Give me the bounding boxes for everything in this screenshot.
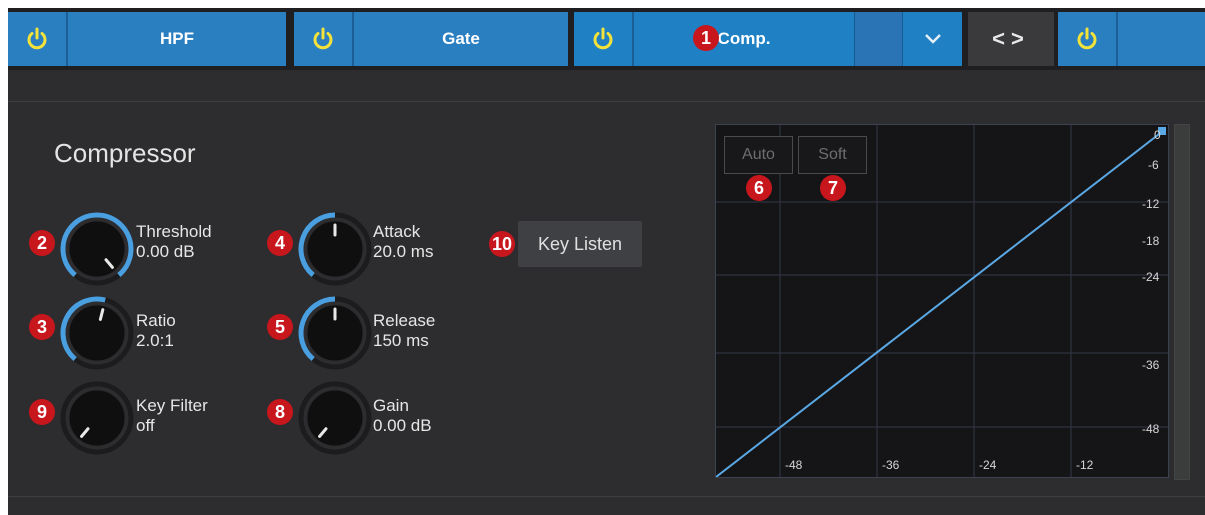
left-right-arrows-icon: <>	[992, 26, 1030, 51]
attack-label-group: Attack 20.0 ms	[373, 222, 433, 262]
x-tick-36: -36	[882, 458, 900, 472]
attack-knob[interactable]	[297, 211, 373, 287]
graph-canvas	[716, 125, 1168, 477]
tab-navigate-button[interactable]: <>	[968, 12, 1054, 66]
release-label: Release	[373, 311, 436, 330]
y-tick-12: -12	[1142, 197, 1160, 211]
knob-body	[68, 220, 126, 278]
annotation-badge-8: 8	[267, 399, 293, 425]
gain-label-group: Gain 0.00 dB	[373, 396, 432, 436]
annotation-badge-7: 7	[820, 175, 846, 201]
key-filter-knob[interactable]	[59, 380, 135, 456]
annotation-badge-10: 10	[489, 231, 515, 257]
ratio-value: 2.0:1	[136, 331, 174, 350]
tab-gate-label: Gate	[442, 29, 480, 48]
tab-hpf[interactable]: HPF	[8, 12, 286, 66]
ratio-knob[interactable]	[59, 295, 135, 371]
annotation-badge-9: 9	[29, 399, 55, 425]
annotation-badge-6: 6	[746, 175, 772, 201]
ratio-label-group: Ratio 2.0:1	[136, 311, 176, 351]
gain-value: 0.00 dB	[373, 416, 432, 435]
release-value: 150 ms	[373, 331, 429, 350]
release-knob[interactable]	[297, 295, 373, 371]
threshold-knob[interactable]	[59, 211, 135, 287]
divider-bottom	[8, 496, 1205, 497]
threshold-label: Threshold	[136, 222, 212, 241]
attack-label: Attack	[373, 222, 421, 241]
power-icon	[1077, 27, 1097, 50]
hpf-power-button[interactable]	[8, 12, 68, 66]
power-icon	[27, 27, 47, 50]
comp-dropdown-button[interactable]	[902, 12, 963, 66]
tab-comp-label: Comp.	[717, 29, 771, 48]
annotation-badge-2: 2	[29, 230, 55, 256]
knob-graphic	[298, 212, 372, 286]
tab-next-effect[interactable]	[1058, 12, 1205, 66]
comp-power-button[interactable]	[574, 12, 634, 66]
key-filter-label-group: Key Filter off	[136, 396, 208, 436]
power-icon	[593, 27, 613, 50]
x-tick-12: -12	[1076, 458, 1094, 472]
threshold-label-group: Threshold 0.00 dB	[136, 222, 212, 262]
knob-graphic	[60, 381, 134, 455]
tab-comp[interactable]: Comp. 1	[574, 12, 962, 66]
y-tick-6: -6	[1148, 158, 1159, 172]
knob-body	[68, 304, 126, 362]
chevron-down-icon	[925, 34, 941, 44]
key-filter-value: off	[136, 416, 155, 435]
annotation-badge-1: 1	[693, 25, 719, 51]
annotation-badge-5: 5	[267, 314, 293, 340]
panel-title: Compressor	[54, 138, 196, 168]
effects-tab-bar: HPF Gate Comp. 1 <>	[8, 8, 1205, 70]
y-tick-24: -24	[1142, 270, 1160, 284]
y-tick-0: 0	[1154, 128, 1161, 142]
power-icon	[313, 27, 333, 50]
next-power-button[interactable]	[1058, 12, 1118, 66]
gain-knob[interactable]	[297, 380, 373, 456]
knob-graphic	[60, 296, 134, 370]
x-tick-48: -48	[785, 458, 803, 472]
soft-knee-button[interactable]: Soft	[798, 136, 867, 174]
y-tick-36: -36	[1142, 358, 1160, 372]
key-listen-button[interactable]: Key Listen	[518, 221, 642, 267]
y-tick-18: -18	[1142, 234, 1160, 248]
threshold-value: 0.00 dB	[136, 242, 195, 261]
gate-power-button[interactable]	[294, 12, 354, 66]
compressor-window: HPF Gate Comp. 1 <> Compressor Threshold…	[8, 8, 1205, 515]
knob-graphic	[60, 212, 134, 286]
release-label-group: Release 150 ms	[373, 311, 435, 351]
knob-graphic	[298, 296, 372, 370]
y-tick-48: -48	[1142, 422, 1160, 436]
gain-reduction-meter	[1174, 124, 1190, 480]
key-filter-label: Key Filter	[136, 396, 208, 415]
ratio-label: Ratio	[136, 311, 176, 330]
knob-body	[306, 389, 364, 447]
gain-label: Gain	[373, 396, 409, 415]
compression-curve-graph: Auto Soft 6 7 0 -6 -12 -18 -24 -36 -48 -…	[715, 124, 1169, 478]
annotation-badge-3: 3	[29, 314, 55, 340]
knob-body	[68, 389, 126, 447]
tab-hpf-label: HPF	[160, 29, 194, 48]
divider-top	[8, 101, 1205, 102]
comp-tab-spacer	[854, 12, 903, 66]
annotation-badge-4: 4	[267, 230, 293, 256]
x-tick-24: -24	[979, 458, 997, 472]
compression-curve	[716, 130, 1164, 477]
auto-button[interactable]: Auto	[724, 136, 793, 174]
tab-gate[interactable]: Gate	[294, 12, 568, 66]
attack-value: 20.0 ms	[373, 242, 434, 261]
knob-graphic	[298, 381, 372, 455]
